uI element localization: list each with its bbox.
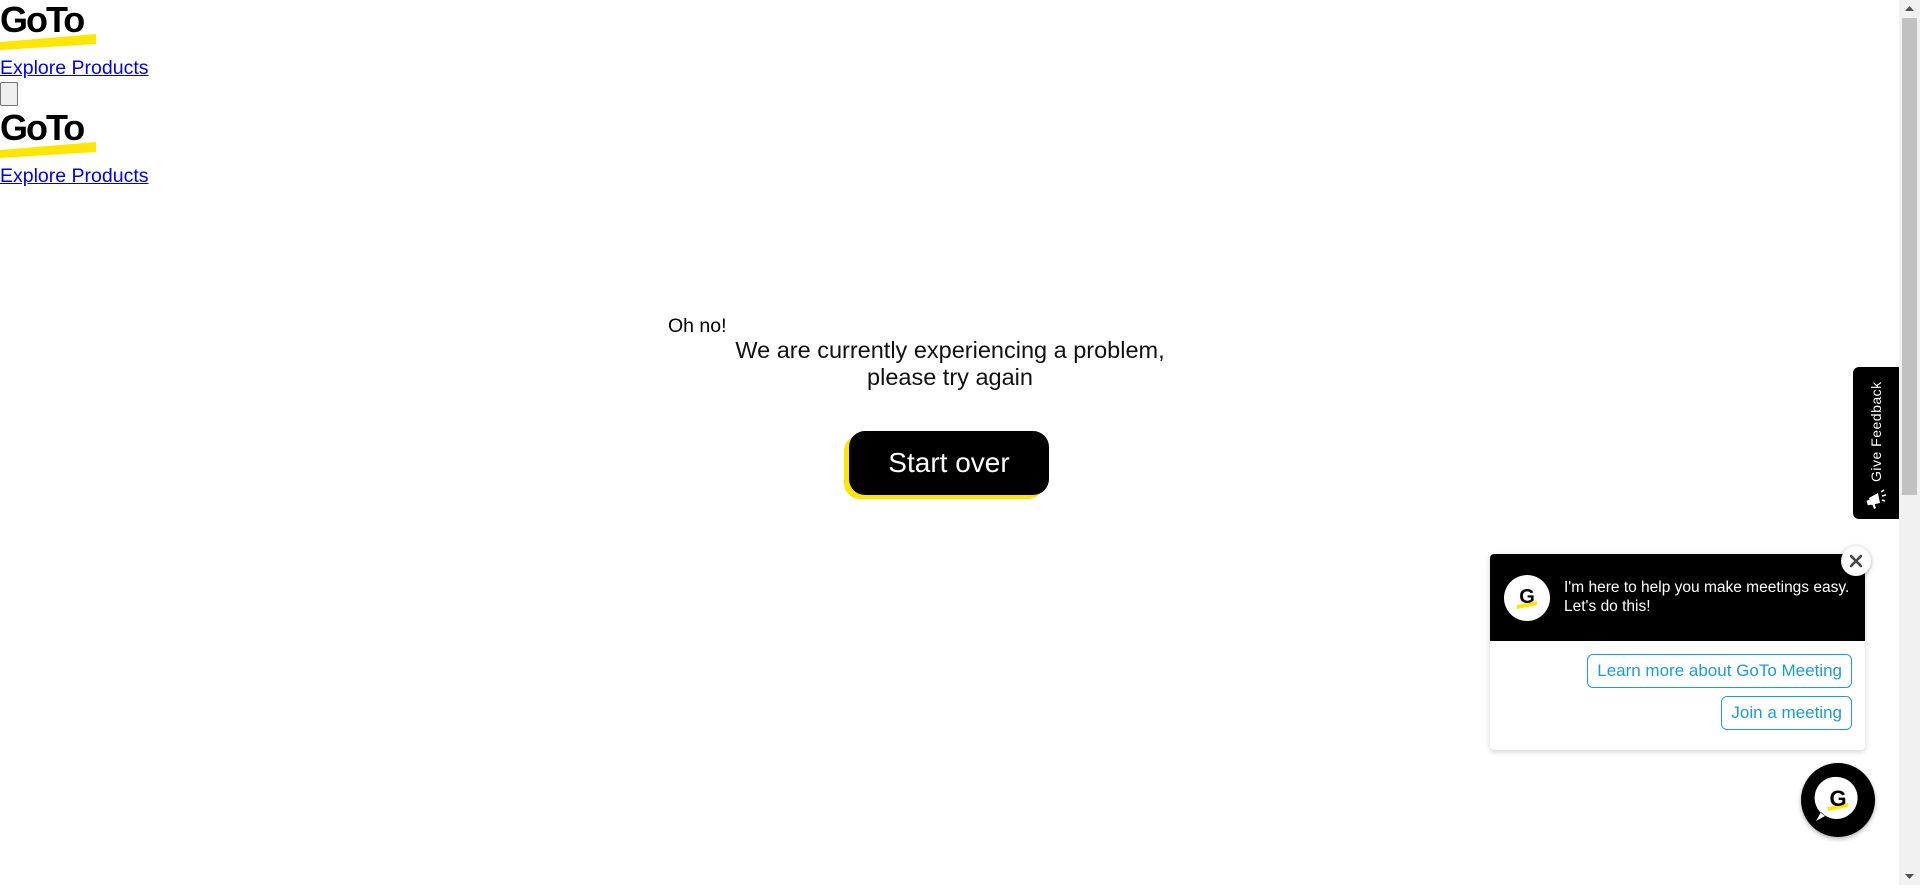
goto-logo[interactable]: GoTo	[0, 0, 98, 50]
give-feedback-label: Give Feedback	[1868, 381, 1884, 483]
chat-launcher-button[interactable]: G	[1801, 763, 1875, 837]
vertical-scrollbar[interactable]	[1899, 0, 1920, 885]
chat-header: G I'm here to help you make meetings eas…	[1490, 554, 1865, 641]
error-title: Oh no!	[668, 315, 727, 337]
megaphone-icon	[1865, 489, 1887, 511]
svg-text:GoTo: GoTo	[0, 0, 84, 40]
page: GoTo Explore Products GoTo Explore Produ…	[0, 0, 1899, 885]
explore-products-link[interactable]: Explore Products	[0, 164, 149, 188]
join-meeting-button[interactable]: Join a meeting	[1721, 696, 1852, 730]
error-message: We are currently experiencing a problem,…	[700, 337, 1200, 391]
scroll-up-icon[interactable]	[1899, 0, 1920, 17]
svg-text:G: G	[1519, 586, 1535, 608]
explore-products-link[interactable]: Explore Products	[0, 56, 149, 80]
scroll-down-icon[interactable]	[1899, 868, 1920, 885]
scrollbar-thumb[interactable]	[1902, 18, 1917, 495]
svg-text:GoTo: GoTo	[0, 108, 84, 148]
error-message-line: please try again	[867, 364, 1033, 390]
close-icon[interactable]	[1841, 546, 1871, 576]
start-over-wrapper: Start over	[844, 431, 1050, 499]
error-message-line: We are currently experiencing a problem,	[735, 337, 1165, 363]
chat-message: I'm here to help you make meetings easy.…	[1564, 579, 1850, 615]
give-feedback-tab[interactable]: Give Feedback	[1853, 367, 1899, 519]
goto-logo[interactable]: GoTo	[0, 108, 98, 158]
start-over-button[interactable]: Start over	[849, 431, 1049, 495]
menu-toggle-button[interactable]	[0, 82, 18, 106]
svg-text:G: G	[1829, 786, 1846, 811]
goto-g-icon: G	[1504, 575, 1550, 621]
learn-more-button[interactable]: Learn more about GoTo Meeting	[1587, 654, 1852, 688]
chat-popup: G I'm here to help you make meetings eas…	[1490, 554, 1865, 750]
